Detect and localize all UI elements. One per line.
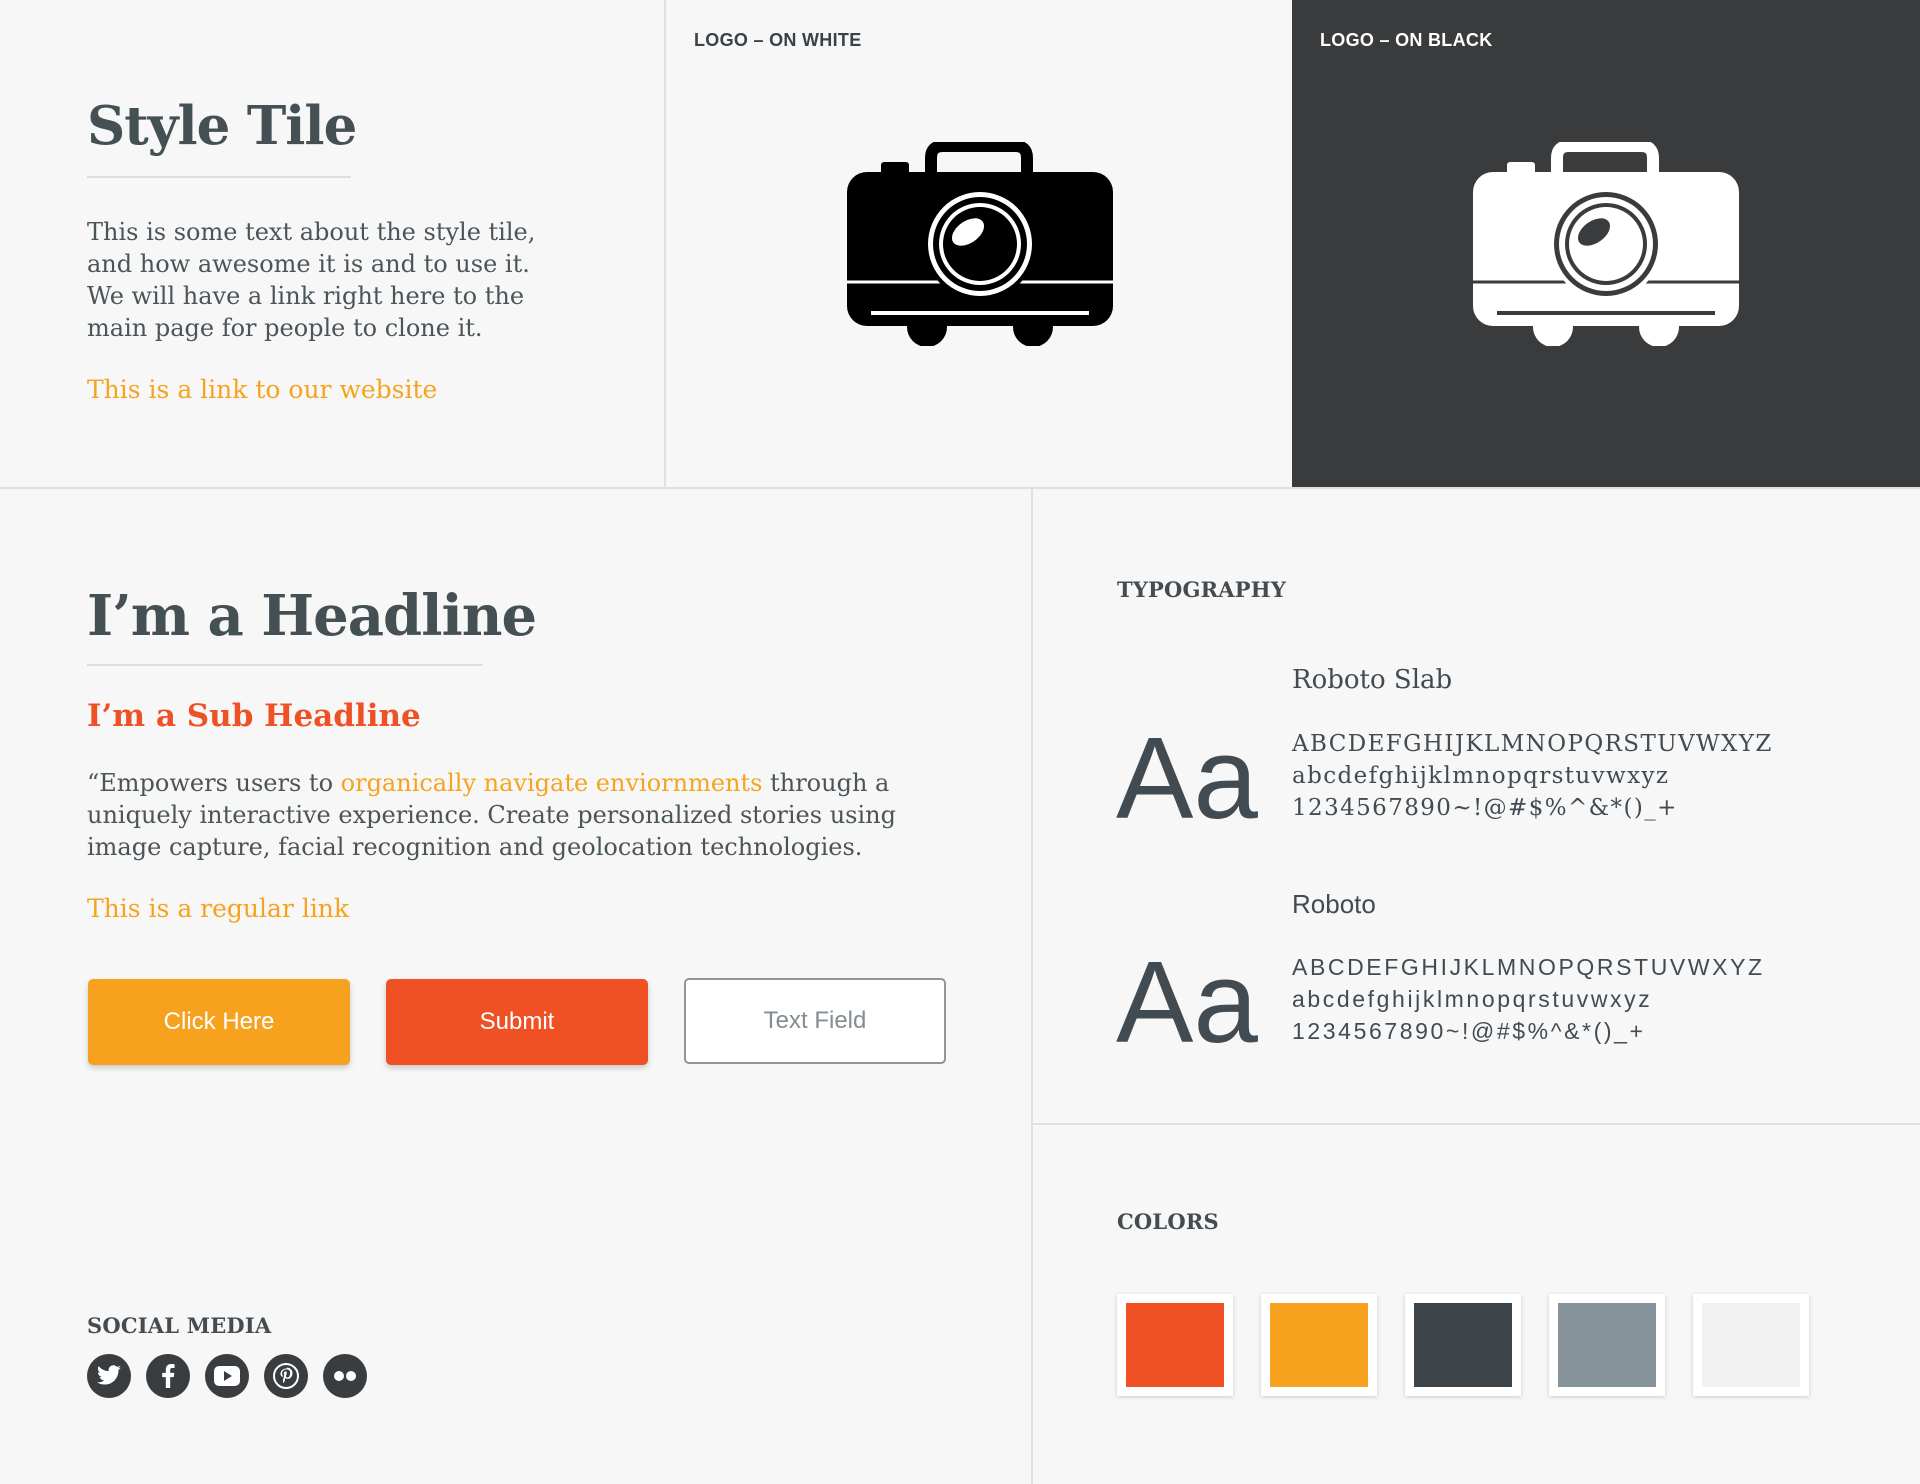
website-link[interactable]: This is a link to our website [87, 374, 437, 406]
social-media-label: SOCIAL MEDIA [87, 1313, 272, 1338]
swatch-fill-light-gray [1702, 1303, 1800, 1387]
quote-line-3: image capture, facial recognition and ge… [87, 833, 863, 861]
headline: I’m a Headline [87, 583, 537, 649]
typography-panel: TYPOGRAPHY Roboto Slab Aa ABCDEFGHIJKLMN… [1033, 489, 1920, 1123]
font-name-roboto-slab: Roboto Slab [1292, 665, 1453, 695]
charset-lowercase-roboto: abcdefghijklmnopqrstuvwxyz [1292, 986, 1653, 1012]
colors-panel: COLORS [1033, 1125, 1920, 1484]
charset-uppercase-roboto: ABCDEFGHIJKLMNOPQRSTUVWXYZ [1292, 954, 1765, 980]
intro-line-2: and how awesome it is and to use it. [87, 250, 530, 278]
swatch-fill-charcoal [1414, 1303, 1512, 1387]
font-name-roboto: Roboto [1292, 889, 1376, 919]
charset-numbers-roboto: 1234567890~!@#$%^&*()_+ [1292, 1018, 1646, 1044]
quote-text-start: “Empowers users to [87, 769, 341, 797]
flickr-icon[interactable] [323, 1354, 367, 1398]
charset-numbers-roboto-slab: 1234567890~!@#$%^&*()_+ [1292, 795, 1678, 821]
color-swatch [1261, 1294, 1377, 1396]
twitter-icon[interactable] [87, 1354, 131, 1398]
sub-headline: I’m a Sub Headline [87, 698, 421, 734]
charset-uppercase-roboto-slab: ABCDEFGHIJKLMNOPQRSTUVWXYZ [1292, 731, 1773, 757]
youtube-icon[interactable] [205, 1354, 249, 1398]
text-field-input[interactable]: Text Field [684, 978, 946, 1064]
facebook-icon[interactable] [146, 1354, 190, 1398]
logo-on-white-panel: LOGO – ON WHITE [666, 0, 1292, 487]
typography-label: TYPOGRAPHY [1117, 577, 1287, 602]
logo-on-black-label: LOGO – ON BLACK [1320, 30, 1493, 50]
headline-underline [87, 664, 483, 666]
title-underline [87, 176, 351, 178]
content-panel: I’m a Headline I’m a Sub Headline “Empow… [0, 489, 1031, 1484]
intro-line-3: We will have a link right here to the [87, 282, 525, 310]
swatch-fill-orange [1270, 1303, 1368, 1387]
color-swatch [1117, 1294, 1233, 1396]
font-sample-roboto: Aa [1116, 937, 1258, 1067]
color-swatch [1693, 1294, 1809, 1396]
font-sample-roboto-slab: Aa [1116, 713, 1258, 843]
charset-lowercase-roboto-slab: abcdefghijklmnopqrstuvwxyz [1292, 763, 1670, 789]
inline-link[interactable]: organically navigate enviornments [341, 769, 763, 797]
camera-icon [847, 142, 1113, 346]
intro-line-1: This is some text about the style tile, [87, 218, 536, 246]
colors-label: COLORS [1117, 1209, 1219, 1234]
color-swatches [1117, 1294, 1809, 1396]
regular-link[interactable]: This is a regular link [87, 893, 349, 925]
quote-text-after-link: through a [762, 769, 890, 797]
color-swatch [1549, 1294, 1665, 1396]
social-icons-row [87, 1354, 367, 1398]
pinterest-icon[interactable] [264, 1354, 308, 1398]
color-swatch [1405, 1294, 1521, 1396]
submit-button[interactable]: Submit [386, 979, 648, 1065]
swatch-fill-gray [1558, 1303, 1656, 1387]
click-here-button[interactable]: Click Here [88, 979, 350, 1065]
quote-line-2: uniquely interactive experience. Create … [87, 801, 896, 829]
intro-line-4: main page for people to clone it. [87, 314, 483, 342]
logo-on-black-panel: LOGO – ON BLACK [1292, 0, 1920, 487]
page-title: Style Tile [87, 95, 357, 157]
swatch-fill-orange-red [1126, 1303, 1224, 1387]
logo-on-white-label: LOGO – ON WHITE [694, 30, 862, 50]
quote-line-1: “Empowers users to organically navigate … [87, 767, 889, 799]
intro-panel: Style Tile This is some text about the s… [0, 0, 664, 487]
camera-icon [1473, 142, 1739, 346]
